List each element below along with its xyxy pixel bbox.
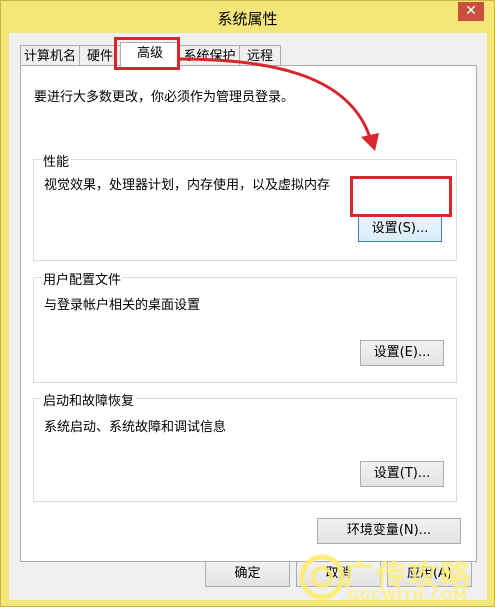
arrow-curve xyxy=(176,57,373,142)
arrow-head-icon xyxy=(361,133,379,151)
red-arrow-annotation xyxy=(176,57,379,151)
watermark: 广传攻略 GGCWITH.COM xyxy=(296,549,495,608)
watermark-logo-icon xyxy=(300,554,345,600)
system-properties-window: 系统属性 ✕ 计算机名 硬件 高级 系统保护 远程 要进行大多数更改，你必须作为… xyxy=(0,0,495,607)
watermark-subtext: GGCWITH.COM xyxy=(348,589,468,604)
